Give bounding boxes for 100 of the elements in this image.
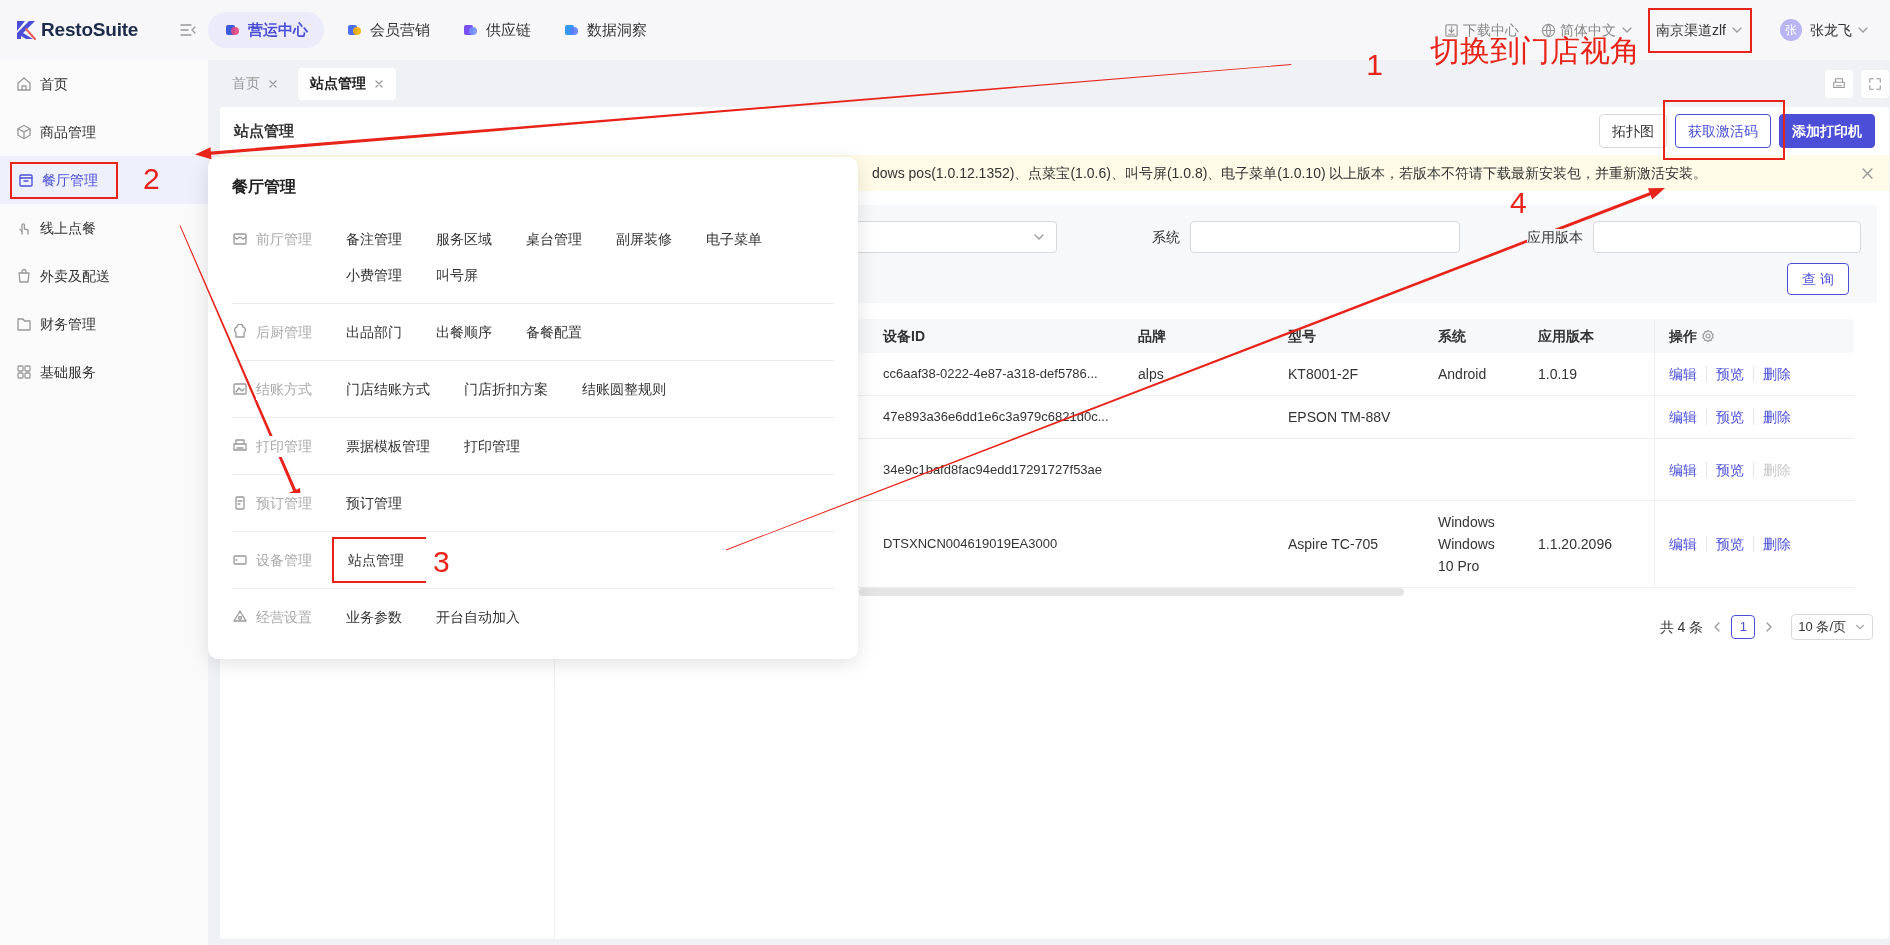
store-select[interactable]: 南京渠道zlf bbox=[1648, 7, 1752, 53]
column-header: 应用版本 bbox=[1538, 327, 1594, 344]
sidebar-item[interactable]: 基础服务 bbox=[16, 356, 114, 388]
column-header: 设备ID bbox=[883, 327, 925, 344]
expand-icon bbox=[1868, 76, 1882, 91]
gear-icon[interactable] bbox=[1701, 329, 1715, 343]
menu-link[interactable]: 票据模板管理 bbox=[346, 439, 447, 453]
page-tab[interactable]: 站点管理 bbox=[298, 67, 396, 100]
sidebar-item[interactable]: 首页 bbox=[16, 68, 86, 100]
printer-icon bbox=[1832, 76, 1846, 91]
home-icon bbox=[16, 76, 32, 92]
row-action-link[interactable]: 编辑 bbox=[1668, 409, 1706, 425]
menu-link[interactable]: 出餐顺序 bbox=[436, 325, 509, 339]
menu-link[interactable]: 门店折扣方案 bbox=[464, 382, 565, 396]
row-action-link[interactable]: 删除 bbox=[1752, 409, 1800, 425]
sidebar-item[interactable]: 餐厅管理 bbox=[10, 161, 118, 199]
row-action-link[interactable]: 删除 bbox=[1752, 366, 1800, 382]
action-button[interactable]: 添加打印机 bbox=[1779, 114, 1875, 148]
chef-hat-icon bbox=[232, 324, 248, 340]
module-icon bbox=[224, 22, 241, 38]
module-icon bbox=[462, 22, 479, 38]
menu-group-label: 打印管理 bbox=[256, 435, 312, 457]
column-header: 操作 bbox=[1669, 326, 1697, 346]
avatar: 张 bbox=[1780, 19, 1802, 41]
sidebar-item[interactable]: 外卖及配送 bbox=[16, 260, 128, 292]
column-header: 品牌 bbox=[1138, 327, 1166, 344]
menu-link[interactable]: 小费管理 bbox=[346, 268, 419, 282]
input-field[interactable] bbox=[1593, 221, 1861, 253]
query-button[interactable]: 查 询 bbox=[1787, 263, 1849, 295]
menu-link[interactable]: 备注管理 bbox=[346, 232, 419, 246]
row-action-link[interactable]: 预览 bbox=[1705, 366, 1753, 382]
menu-link[interactable]: 备餐配置 bbox=[526, 325, 599, 339]
field-label: 系统 bbox=[1152, 228, 1180, 245]
menu-link[interactable]: 副屏装修 bbox=[616, 232, 689, 246]
menu-title: 餐厅管理 bbox=[232, 177, 297, 197]
table-cell: Aspire TC-705 bbox=[1274, 500, 1424, 588]
table-cell: Windows Windows 10 Pro bbox=[1424, 500, 1524, 588]
close-icon[interactable] bbox=[1862, 167, 1873, 179]
menu-link[interactable]: 站点管理 bbox=[332, 537, 426, 583]
menu-link[interactable]: 桌台管理 bbox=[526, 232, 599, 246]
download-icon bbox=[1444, 22, 1459, 38]
collapse-icon[interactable] bbox=[180, 23, 197, 37]
sidebar-item[interactable]: 线上点餐 bbox=[16, 212, 114, 244]
page-size-select[interactable]: 10 条/页 bbox=[1791, 614, 1873, 640]
menu-link[interactable]: 开台自动加入 bbox=[436, 610, 537, 624]
field-label: 应用版本 bbox=[1527, 228, 1583, 245]
row-action-link[interactable]: 编辑 bbox=[1668, 536, 1706, 552]
fullscreen-button[interactable] bbox=[1861, 69, 1889, 98]
total-count: 共 4 条 bbox=[1659, 617, 1704, 637]
notice-text: dows pos(1.0.12.1352)、点菜宝(1.0.6)、叫号屏(1.0.8)、电子菜单(1.0.10) 以上版本，若版本不符请下载最新安装包，并重新激活安装。 bbox=[872, 163, 1709, 183]
menu-link[interactable]: 叫号屏 bbox=[436, 268, 495, 282]
step-number: 1 bbox=[1366, 49, 1383, 80]
menu-link[interactable]: 结账圆整规则 bbox=[582, 382, 683, 396]
row-action-link[interactable]: 删除 bbox=[1752, 536, 1800, 552]
grid-icon bbox=[16, 364, 32, 380]
close-icon[interactable] bbox=[374, 78, 384, 89]
printer-icon bbox=[232, 438, 248, 454]
action-button[interactable]: 获取激活码 bbox=[1675, 114, 1771, 148]
menu-link[interactable]: 门店结账方式 bbox=[346, 382, 447, 396]
menu-link[interactable]: 出品部门 bbox=[346, 325, 419, 339]
sidebar-item[interactable]: 商品管理 bbox=[16, 116, 114, 148]
module-tab[interactable]: 会员营销 bbox=[330, 12, 447, 48]
module-tab[interactable]: 供应链 bbox=[446, 12, 548, 48]
table-cell: 1.0.19 bbox=[1524, 353, 1654, 396]
hand-icon bbox=[16, 220, 32, 236]
row-action-link[interactable]: 预览 bbox=[1705, 461, 1753, 478]
module-icon bbox=[563, 22, 580, 38]
table-cell: 1.1.20.2096 bbox=[1524, 500, 1654, 588]
row-action-link[interactable]: 编辑 bbox=[1668, 461, 1706, 478]
cube-icon bbox=[16, 124, 32, 140]
bag-icon bbox=[16, 268, 32, 284]
page-title: 站点管理 bbox=[234, 120, 295, 141]
table-cell: KT8001-2F bbox=[1274, 353, 1424, 396]
module-icon bbox=[346, 22, 363, 38]
logo-text: RestoSuite bbox=[41, 17, 139, 42]
toolbar-button[interactable] bbox=[1825, 69, 1853, 98]
menu-link[interactable]: 打印管理 bbox=[464, 439, 537, 453]
row-action-link[interactable]: 预览 bbox=[1705, 536, 1753, 552]
menu-link[interactable]: 电子菜单 bbox=[706, 232, 779, 246]
sidebar-item[interactable]: 财务管理 bbox=[16, 308, 114, 340]
page-number[interactable]: 1 bbox=[1731, 615, 1756, 639]
module-tab[interactable]: 数据洞察 bbox=[547, 12, 664, 48]
action-button[interactable]: 拓扑图 bbox=[1599, 114, 1667, 148]
input-field[interactable] bbox=[1190, 221, 1460, 253]
triangle-icon bbox=[232, 609, 248, 625]
user-menu[interactable]: 张 张龙飞 bbox=[1780, 19, 1870, 41]
scrollbar[interactable] bbox=[859, 588, 1404, 596]
menu-link[interactable]: 业务参数 bbox=[346, 610, 419, 624]
menu-link[interactable]: 服务区域 bbox=[436, 232, 509, 246]
folder-icon bbox=[16, 316, 32, 332]
step-number: 3 bbox=[433, 547, 450, 577]
step-number: 2 bbox=[143, 163, 160, 194]
row-action-link[interactable]: 编辑 bbox=[1668, 366, 1706, 382]
menu-link[interactable]: 预订管理 bbox=[346, 496, 419, 510]
logo-icon bbox=[15, 19, 37, 41]
close-icon[interactable] bbox=[268, 78, 278, 89]
module-tab[interactable]: 营运中心 bbox=[208, 12, 325, 48]
row-action-link[interactable]: 预览 bbox=[1705, 409, 1753, 425]
table-cell: EPSON TM-88V bbox=[1274, 395, 1424, 439]
document-icon bbox=[232, 495, 248, 511]
